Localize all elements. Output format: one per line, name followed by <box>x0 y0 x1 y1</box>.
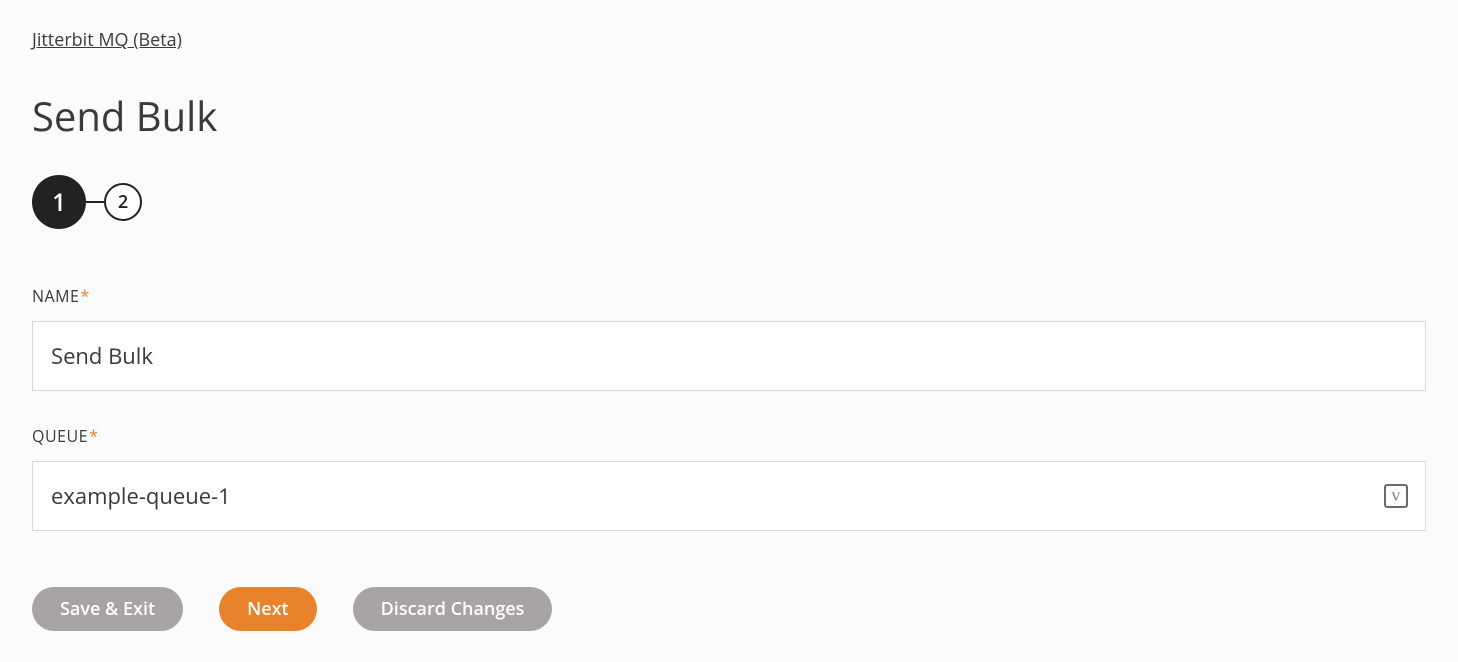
stepper: 1 2 <box>32 175 1426 229</box>
save-exit-button[interactable]: Save & Exit <box>32 587 183 631</box>
variable-icon[interactable]: V <box>1384 484 1408 508</box>
name-input[interactable] <box>32 321 1426 391</box>
form-group-name: NAME* <box>32 285 1426 391</box>
page-title: Send Bulk <box>32 88 1426 143</box>
queue-input[interactable] <box>32 461 1426 531</box>
queue-label: QUEUE* <box>32 425 1426 447</box>
name-label-text: NAME <box>32 285 79 307</box>
name-label: NAME* <box>32 285 1426 307</box>
discard-changes-button[interactable]: Discard Changes <box>353 587 553 631</box>
queue-label-text: QUEUE <box>32 425 88 447</box>
required-asterisk: * <box>80 285 89 307</box>
next-button[interactable]: Next <box>219 587 317 631</box>
step-1[interactable]: 1 <box>32 175 86 229</box>
step-2[interactable]: 2 <box>104 183 142 221</box>
button-row: Save & Exit Next Discard Changes <box>32 587 1426 631</box>
required-asterisk: * <box>89 425 98 447</box>
breadcrumb-link[interactable]: Jitterbit MQ (Beta) <box>32 28 182 52</box>
form-group-queue: QUEUE* V <box>32 425 1426 531</box>
step-connector <box>86 201 104 203</box>
